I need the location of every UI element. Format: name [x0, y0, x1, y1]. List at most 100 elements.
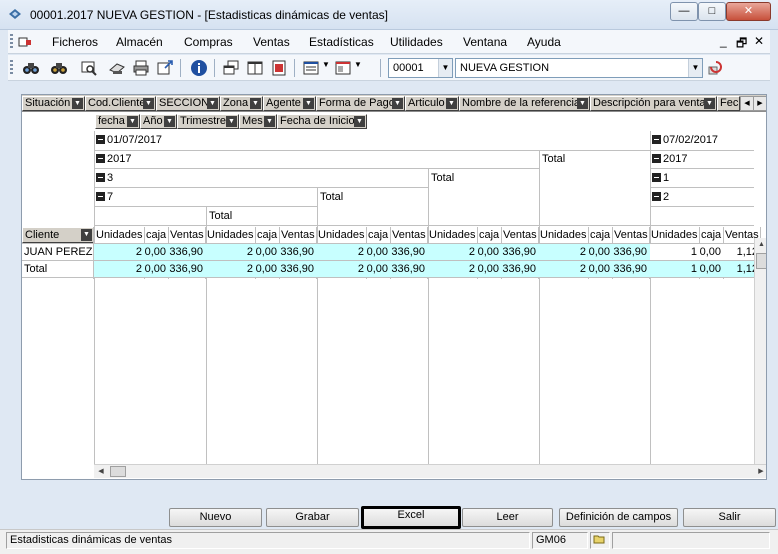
table-cell[interactable]: 2: [427, 244, 476, 260]
header-year-1[interactable]: 2017: [96, 153, 131, 165]
measure-header[interactable]: caja: [146, 227, 166, 243]
table-cell[interactable]: 2: [427, 261, 476, 277]
menu-ventana[interactable]: Ventana: [463, 35, 507, 49]
form-view-dropdown-icon[interactable]: ▼: [322, 60, 330, 69]
table-cell[interactable]: 336,90: [168, 244, 204, 260]
table-cell[interactable]: 2: [538, 261, 587, 277]
table-cell[interactable]: 1: [649, 244, 698, 260]
table-cell[interactable]: 0,00: [699, 261, 722, 277]
filter-field-descripcion-venta[interactable]: Descripción para venta ▼: [590, 96, 717, 111]
table-cell[interactable]: 0,00: [477, 261, 500, 277]
menu-grip[interactable]: [10, 34, 13, 50]
table-cell[interactable]: 2: [205, 261, 254, 277]
table-cell[interactable]: 336,90: [501, 261, 537, 277]
chevron-down-icon[interactable]: ▼: [207, 98, 218, 109]
collapse-icon[interactable]: [96, 154, 105, 163]
measure-header[interactable]: caja: [590, 227, 610, 243]
maximize-button[interactable]: □: [698, 2, 726, 21]
measure-header[interactable]: caja: [368, 227, 388, 243]
filter-field-agente[interactable]: Agente ▼: [263, 96, 316, 111]
tile-windows-icon[interactable]: [246, 59, 264, 77]
refresh-exit-icon[interactable]: [706, 59, 724, 77]
cascade-windows-icon[interactable]: [222, 59, 240, 77]
form-view-icon[interactable]: [302, 59, 320, 77]
filter-field-fecha-truncated[interactable]: Fech: [717, 96, 740, 111]
nuevo-button[interactable]: Nuevo: [169, 508, 262, 527]
measure-header[interactable]: Ventas: [503, 227, 537, 243]
layout-view-icon[interactable]: [334, 59, 352, 77]
filter-field-situacion[interactable]: Situación ▼: [22, 96, 85, 111]
measure-header[interactable]: Unidades: [540, 227, 586, 243]
info-icon[interactable]: [190, 59, 208, 77]
export-icon[interactable]: [156, 59, 174, 77]
collapse-icon[interactable]: [652, 192, 661, 201]
table-cell[interactable]: 336,90: [279, 244, 315, 260]
table-cell[interactable]: 0,00: [255, 244, 278, 260]
salir-button[interactable]: Salir: [683, 508, 776, 527]
arrange-icons-icon[interactable]: [270, 59, 288, 77]
leer-button[interactable]: Leer: [462, 508, 553, 527]
header-date-2[interactable]: 07/02/2017: [652, 134, 718, 146]
scroll-left-icon[interactable]: ◀: [740, 96, 754, 111]
measure-header[interactable]: Unidades: [96, 227, 142, 243]
row-field-cliente[interactable]: Cliente ▼: [22, 227, 94, 243]
filter-field-forma-pago[interactable]: Forma de Pago ▼: [316, 96, 405, 111]
table-cell[interactable]: 336,90: [612, 261, 648, 277]
scroll-right-icon[interactable]: ▶: [754, 465, 766, 478]
chevron-down-icon[interactable]: ▼: [688, 59, 702, 77]
collapse-icon[interactable]: [96, 135, 105, 144]
document-system-icon[interactable]: [18, 36, 32, 48]
collapse-icon[interactable]: [96, 173, 105, 182]
vertical-scrollbar[interactable]: ▲ ▼: [754, 238, 766, 478]
table-cell[interactable]: 336,90: [501, 244, 537, 260]
column-field-mes[interactable]: Mes ▼: [239, 114, 277, 129]
scroll-thumb[interactable]: [756, 253, 766, 269]
measure-header[interactable]: caja: [257, 227, 277, 243]
pivot-grid[interactable]: Situación ▼ Cod.Cliente ▼ SECCION ▼ Zona ▼ A…: [21, 94, 767, 480]
measure-header[interactable]: caja: [479, 227, 499, 243]
filter-field-zona[interactable]: Zona ▼: [220, 96, 263, 111]
table-cell[interactable]: 2: [538, 244, 587, 260]
table-cell[interactable]: 0,00: [588, 261, 611, 277]
filter-field-nombre-referencia[interactable]: Nombre de la referencia ▼: [459, 96, 590, 111]
chevron-down-icon[interactable]: ▼: [577, 98, 588, 109]
filter-field-articulo[interactable]: Articulo ▼: [405, 96, 459, 111]
print-setup-icon[interactable]: [108, 59, 126, 77]
chevron-down-icon[interactable]: ▼: [446, 98, 457, 109]
table-cell[interactable]: 0,00: [477, 244, 500, 260]
menu-ayuda[interactable]: Ayuda: [527, 35, 561, 49]
menu-almacen[interactable]: Almacén: [116, 35, 163, 49]
grabar-button[interactable]: Grabar: [266, 508, 359, 527]
measure-header[interactable]: Unidades: [651, 227, 697, 243]
table-cell[interactable]: 2: [316, 261, 365, 277]
header-quarter-1[interactable]: 3: [96, 172, 113, 184]
table-cell[interactable]: 336,90: [279, 261, 315, 277]
measure-header[interactable]: Ventas: [614, 227, 648, 243]
scroll-left-icon[interactable]: ◀: [94, 465, 108, 478]
measure-header[interactable]: Ventas: [170, 227, 204, 243]
measure-header[interactable]: caja: [701, 227, 721, 243]
chevron-down-icon[interactable]: ▼: [72, 98, 83, 109]
column-field-ano[interactable]: Año ▼: [140, 114, 177, 129]
scroll-up-icon[interactable]: ▲: [755, 238, 766, 252]
horizontal-scrollbar[interactable]: ◀ ▶: [94, 464, 766, 478]
mdi-minimize-button[interactable]: _: [720, 34, 727, 48]
chevron-down-icon[interactable]: ▼: [81, 229, 92, 241]
menu-compras[interactable]: Compras: [184, 35, 233, 49]
menu-utilidades[interactable]: Utilidades: [390, 35, 443, 49]
chevron-down-icon[interactable]: ▼: [354, 116, 365, 127]
chevron-down-icon[interactable]: ▼: [143, 98, 154, 109]
table-cell[interactable]: 336,90: [390, 261, 426, 277]
menu-estadisticas[interactable]: Estadísticas: [309, 35, 374, 49]
chevron-down-icon[interactable]: ▼: [392, 98, 403, 109]
table-cell[interactable]: 336,90: [168, 261, 204, 277]
table-cell[interactable]: 0,00: [144, 244, 167, 260]
table-cell[interactable]: 0,00: [366, 261, 389, 277]
collapse-icon[interactable]: [96, 192, 105, 201]
chevron-down-icon[interactable]: ▼: [303, 98, 314, 109]
collapse-icon[interactable]: [652, 173, 661, 182]
header-year-2[interactable]: 2017: [652, 153, 687, 165]
row-label[interactable]: Total: [24, 261, 47, 277]
column-field-fecha[interactable]: fecha ▼: [95, 114, 140, 129]
table-cell[interactable]: 1: [649, 261, 698, 277]
